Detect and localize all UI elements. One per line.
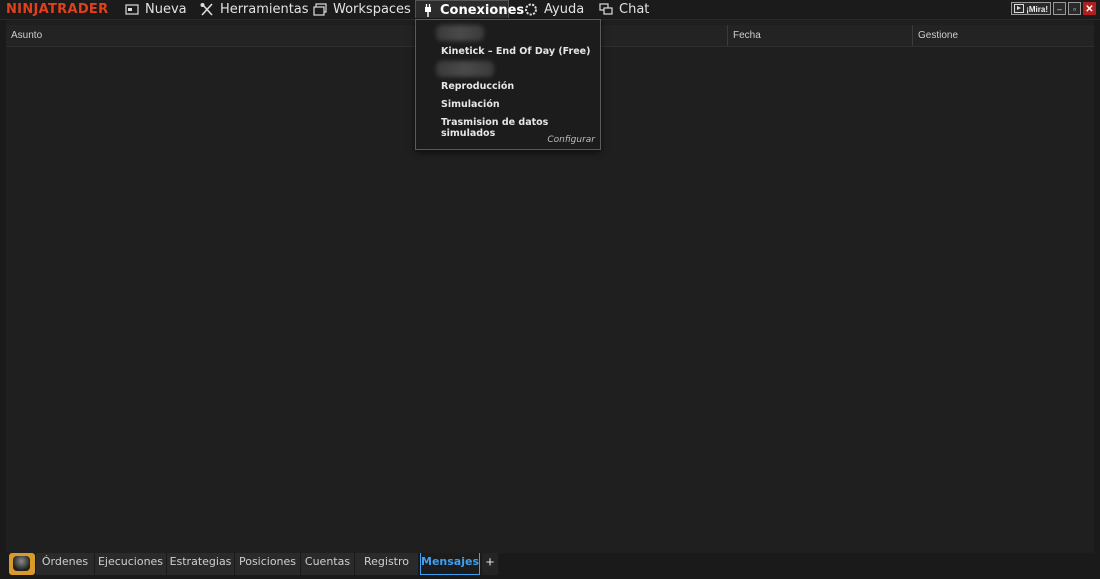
connection-reproduccion[interactable]: Reproducción bbox=[441, 81, 514, 92]
minimize-icon: – bbox=[1057, 5, 1062, 14]
tab-ordenes[interactable]: Órdenes bbox=[36, 553, 95, 575]
menu-workspaces-label: Workspaces bbox=[333, 2, 411, 17]
workspaces-icon bbox=[313, 3, 327, 16]
column-fecha[interactable]: Fecha bbox=[727, 25, 912, 46]
connection-simulacion[interactable]: Simulación bbox=[441, 99, 500, 110]
configure-link[interactable]: Configurar bbox=[547, 135, 595, 145]
menu-herramientas-label: Herramientas bbox=[220, 2, 309, 17]
column-asunto[interactable]: Asunto bbox=[6, 25, 727, 46]
redacted-connection[interactable] bbox=[436, 25, 484, 41]
menu-nueva-label: Nueva bbox=[145, 2, 187, 17]
chat-icon bbox=[599, 3, 613, 15]
close-button[interactable]: ✕ bbox=[1083, 2, 1096, 15]
connections-dropdown: Kinetick – End Of Day (Free) Reproducció… bbox=[415, 19, 601, 150]
tab-ejecuciones[interactable]: Ejecuciones bbox=[95, 553, 167, 575]
menu-conexiones[interactable]: Conexiones bbox=[415, 0, 524, 18]
menu-chat-label: Chat bbox=[619, 2, 650, 17]
tab-estrategias[interactable]: Estrategias bbox=[167, 553, 235, 575]
menu-nueva[interactable]: Nueva bbox=[125, 0, 187, 19]
window-controls: ¡Mira! – ▫ ✕ bbox=[1009, 2, 1096, 16]
close-icon: ✕ bbox=[1085, 4, 1094, 15]
menu-conexiones-label: Conexiones bbox=[440, 3, 525, 18]
restore-button[interactable]: ▫ bbox=[1068, 2, 1081, 15]
menu-workspaces[interactable]: Workspaces bbox=[313, 0, 411, 19]
add-tab-button[interactable]: + bbox=[482, 553, 498, 575]
menu-bar: NINJATRADER Nueva Herramientas Workspace… bbox=[0, 0, 1100, 20]
video-play-icon bbox=[1014, 4, 1025, 13]
menu-herramientas[interactable]: Herramientas bbox=[200, 0, 309, 19]
menu-chat[interactable]: Chat bbox=[599, 0, 649, 19]
connection-kinetick[interactable]: Kinetick – End Of Day (Free) bbox=[441, 46, 590, 57]
tab-mensajes[interactable]: Mensajes bbox=[420, 553, 480, 575]
window-frame-right bbox=[1094, 20, 1100, 553]
new-window-icon bbox=[125, 4, 139, 15]
mira-label: ¡Mira! bbox=[1026, 5, 1048, 14]
plug-icon bbox=[425, 4, 431, 17]
ninja-helmet-icon bbox=[13, 556, 30, 571]
tab-bar-menu-button[interactable] bbox=[9, 553, 35, 575]
redacted-connection[interactable] bbox=[436, 61, 494, 77]
ninjatrader-logo: NINJATRADER bbox=[6, 2, 109, 17]
mira-button[interactable]: ¡Mira! bbox=[1011, 2, 1051, 15]
tools-icon bbox=[200, 3, 213, 16]
tab-posiciones[interactable]: Posiciones bbox=[235, 553, 301, 575]
tab-cuentas[interactable]: Cuentas bbox=[301, 553, 355, 575]
column-gestione[interactable]: Gestione bbox=[912, 25, 1094, 46]
minimize-button[interactable]: – bbox=[1053, 2, 1066, 15]
help-ring-icon bbox=[525, 3, 537, 16]
menu-ayuda-label: Ayuda bbox=[544, 2, 585, 17]
restore-icon: ▫ bbox=[1073, 5, 1076, 14]
menu-ayuda[interactable]: Ayuda bbox=[524, 0, 584, 19]
tab-registro[interactable]: Registro bbox=[355, 553, 419, 575]
